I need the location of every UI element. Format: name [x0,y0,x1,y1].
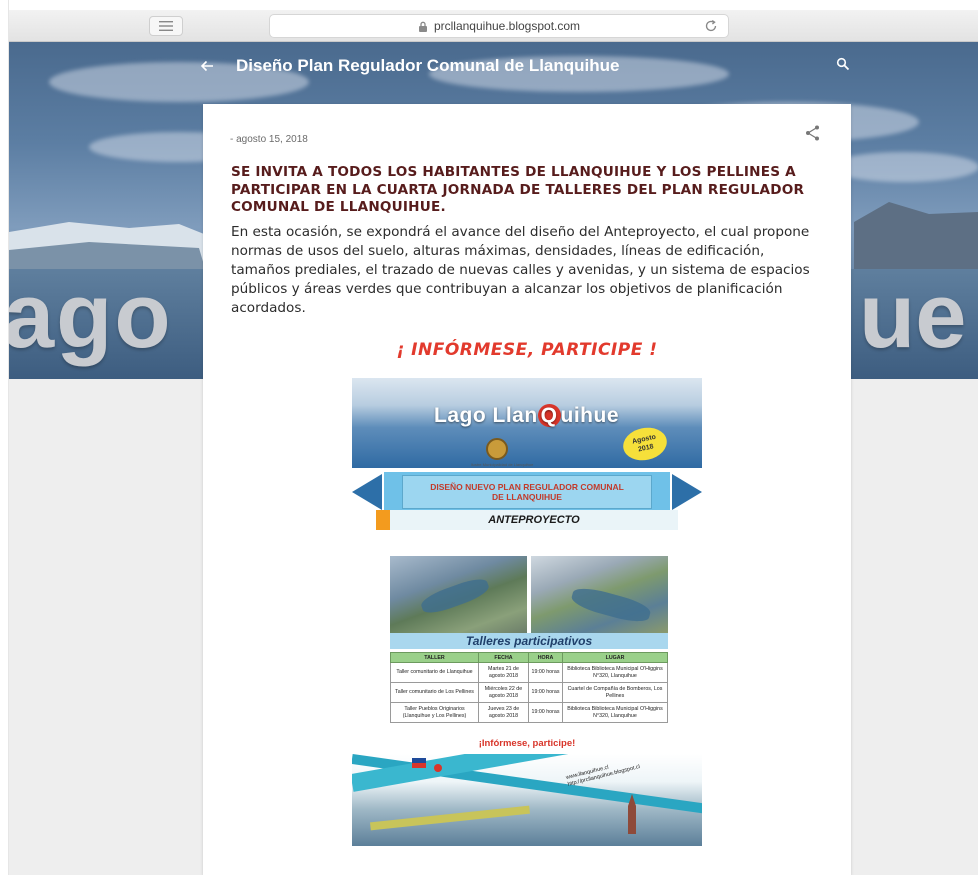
url-text: prcllanquihue.blogspot.com [433,19,581,33]
talleres-title: Talleres participativos [390,633,668,649]
government-logo-icon [434,764,442,772]
table-row: Taller comunitario de Llanquihue Martes … [390,662,668,683]
municipal-seal-icon [486,438,508,460]
menu-lines-icon [159,21,173,31]
post-body: En esta ocasión, se expondrá el avance d… [231,224,810,316]
table-row: Taller comunitario de Los Pellines Miérc… [390,682,668,703]
post-date[interactable]: - agosto 15, 2018 [230,134,308,145]
window-edge [0,0,9,875]
search-icon[interactable] [836,57,850,71]
table-header: HORA [528,652,563,663]
browser-toolbar: prcllanquihue.blogspot.com [9,10,978,42]
header-word-right: ue [859,265,967,367]
post-heading: SE INVITA A TODOS LOS HABITANTES DE LLAN… [231,164,805,215]
ribbon-line1: DISEÑO NUEVO PLAN REGULADOR COMUNAL [430,482,624,492]
poster-call-to-action: ¡Infórmese, participe! [478,738,576,749]
table-header: TALLER [390,652,479,663]
poster-lago-text: Lago Llan Quihue [434,404,620,427]
address-bar[interactable]: prcllanquihue.blogspot.com [269,14,729,38]
blog-title[interactable]: Diseño Plan Regulador Comunal de Llanqui… [236,56,619,76]
header-word-left: ago [9,265,173,367]
chile-flag-icon [412,758,426,768]
back-arrow-icon[interactable] [200,59,214,73]
table-row: Taller Pueblos Originarios (Llanquihue y… [390,702,668,723]
blog-header-bar: Diseño Plan Regulador Comunal de Llanqui… [200,52,619,80]
post-call-to-action: ¡ INFÓRMESE, PARTICIPE ! [396,340,658,360]
poster-footer-image: www.llanquihue.cl http://prcllanquihue.b… [352,754,702,846]
anteproyecto-banner: ANTEPROYECTO [376,510,678,530]
post-card: - agosto 15, 2018 SE INVITA A TODOS LOS … [203,104,851,875]
table-header: FECHA [478,652,529,663]
tabs-button[interactable] [149,16,183,36]
aerial-photo-left [390,556,527,633]
share-icon[interactable] [804,124,822,142]
aerial-photo-right [531,556,668,633]
ribbon-line2: DE LLANQUIHUE [492,492,562,502]
lock-icon [418,21,427,32]
poster-ribbon: DISEÑO NUEVO PLAN REGULADOR COMUNAL DE L… [382,470,672,514]
poster-urls: www.llanquihue.cl http://prcllanquihue.b… [565,764,641,788]
talleres-table: TALLER FECHA HORA LUGAR Taller comunitar… [390,652,668,723]
seal-caption: Ilustre Municipalidad de Llanquihue [470,462,534,467]
poster-date-badge: Agosto 2018 [620,423,670,465]
table-header: LUGAR [562,652,668,663]
reload-icon[interactable] [704,19,718,33]
poster-image[interactable]: Lago Llan Quihue Agosto 2018 Ilustre Muni… [352,378,702,846]
poster-banner: Lago Llan Quihue Agosto 2018 Ilustre Muni… [352,378,702,468]
